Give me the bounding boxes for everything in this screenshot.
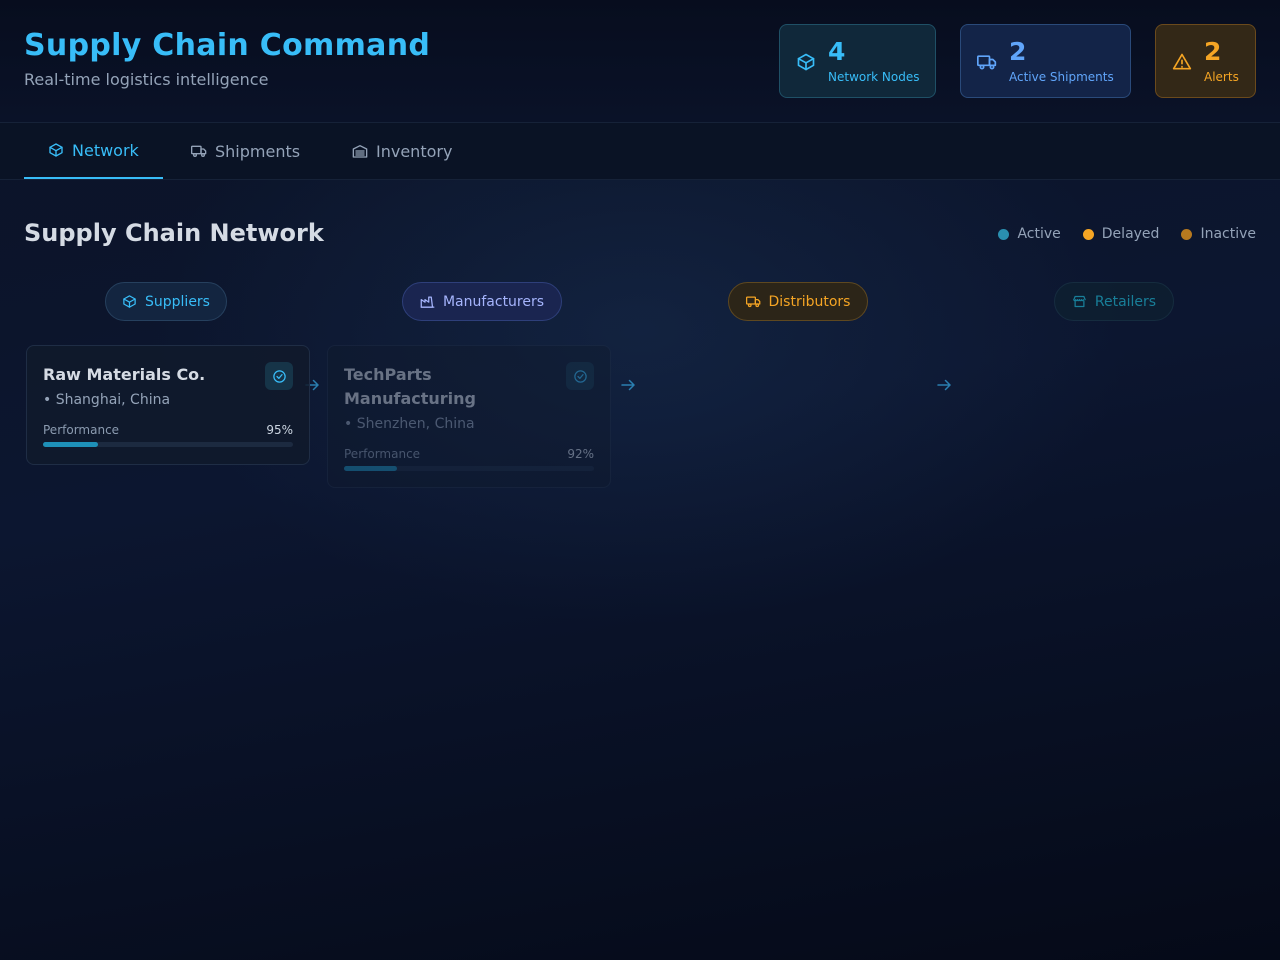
- store-icon: [1073, 295, 1086, 308]
- stage-manufacturers[interactable]: Manufacturers: [402, 282, 562, 321]
- map-pin-icon: •: [43, 392, 52, 408]
- status-dot: [998, 228, 1010, 240]
- app-header: Supply Chain Command Real-time logistics…: [0, 0, 1280, 123]
- truck-icon: [191, 145, 207, 157]
- status-dot: [1082, 228, 1094, 240]
- performance-label: Performance: [344, 447, 421, 461]
- status-legend: Active Delayed Inactive: [998, 226, 1256, 242]
- stage-label: Distributors: [768, 293, 851, 310]
- legend-label: Active: [1017, 226, 1061, 242]
- node-location: • Shenzhen, China: [344, 416, 475, 432]
- stat-value: 2: [1009, 37, 1027, 66]
- node-location-text: Shenzhen, China: [356, 416, 475, 432]
- package-icon: [123, 295, 136, 308]
- stage-suppliers[interactable]: Suppliers: [105, 282, 227, 321]
- arrow-right-icon: [621, 379, 635, 391]
- stage-label: Retailers: [1094, 293, 1157, 310]
- tab-label: Network: [72, 140, 139, 160]
- stat-alerts[interactable]: 2 Alerts: [1155, 24, 1256, 98]
- tab-label: Inventory: [376, 141, 453, 161]
- performance-bar-fill: [43, 442, 98, 447]
- performance-bar: [43, 442, 293, 447]
- map-pin-icon: •: [344, 416, 353, 432]
- check-circle-icon[interactable]: [265, 362, 293, 390]
- performance-bar-fill: [344, 466, 397, 471]
- stat-label: Active Shipments: [1009, 70, 1114, 84]
- stage-label: Manufacturers: [442, 293, 545, 310]
- node-card-raw-materials[interactable]: Raw Materials Co. • Shanghai, China Perf…: [26, 345, 310, 465]
- stage-distributors[interactable]: Distributors: [728, 282, 868, 321]
- stat-value: 2: [1204, 37, 1222, 66]
- check-circle-icon[interactable]: [566, 362, 594, 390]
- truck-icon: [745, 296, 760, 308]
- stat-label: Network Nodes: [828, 70, 920, 84]
- section-title: Supply Chain Network: [24, 219, 324, 247]
- legend-delayed: Delayed: [1082, 226, 1160, 242]
- performance-label: Performance: [43, 423, 120, 437]
- performance-value: 95%: [266, 423, 293, 437]
- legend-label: Inactive: [1200, 226, 1256, 242]
- truck-icon: [977, 55, 997, 70]
- tab-shipments[interactable]: Shipments: [167, 123, 324, 179]
- legend-active: Active: [998, 226, 1061, 242]
- legend-label: Delayed: [1101, 226, 1160, 242]
- tab-inventory[interactable]: Inventory: [328, 123, 476, 179]
- status-dot: [1181, 228, 1193, 240]
- node-card-techparts[interactable]: TechParts Manufacturing • Shenzhen, Chin…: [327, 345, 611, 488]
- stage-retailers[interactable]: Retailers: [1054, 282, 1174, 321]
- app-subtitle: Real-time logistics intelligence: [24, 70, 269, 89]
- stage-label: Suppliers: [145, 293, 210, 310]
- stat-network-nodes[interactable]: 4 Network Nodes: [779, 24, 936, 98]
- legend-inactive: Inactive: [1181, 226, 1256, 242]
- package-icon: [49, 143, 63, 157]
- warehouse-icon: [352, 145, 368, 158]
- arrow-right-icon: [937, 379, 951, 391]
- performance-value: 92%: [567, 447, 594, 461]
- node-name: TechParts Manufacturing: [344, 365, 476, 408]
- alert-triangle-icon: [1172, 53, 1192, 70]
- tab-network[interactable]: Network: [24, 123, 163, 179]
- node-location: • Shanghai, China: [43, 392, 170, 408]
- package-icon: [797, 53, 815, 71]
- stat-active-shipments[interactable]: 2 Active Shipments: [960, 24, 1131, 98]
- tab-bar: Network Shipments Inventory: [0, 123, 1280, 180]
- tab-label: Shipments: [215, 141, 301, 161]
- stat-value: 4: [828, 37, 846, 66]
- performance-bar: [344, 466, 594, 471]
- factory-icon: [420, 296, 435, 308]
- node-name: Raw Materials Co.: [43, 365, 206, 384]
- node-location-text: Shanghai, China: [55, 392, 171, 408]
- app-title: Supply Chain Command: [24, 28, 431, 63]
- stat-label: Alerts: [1204, 70, 1239, 84]
